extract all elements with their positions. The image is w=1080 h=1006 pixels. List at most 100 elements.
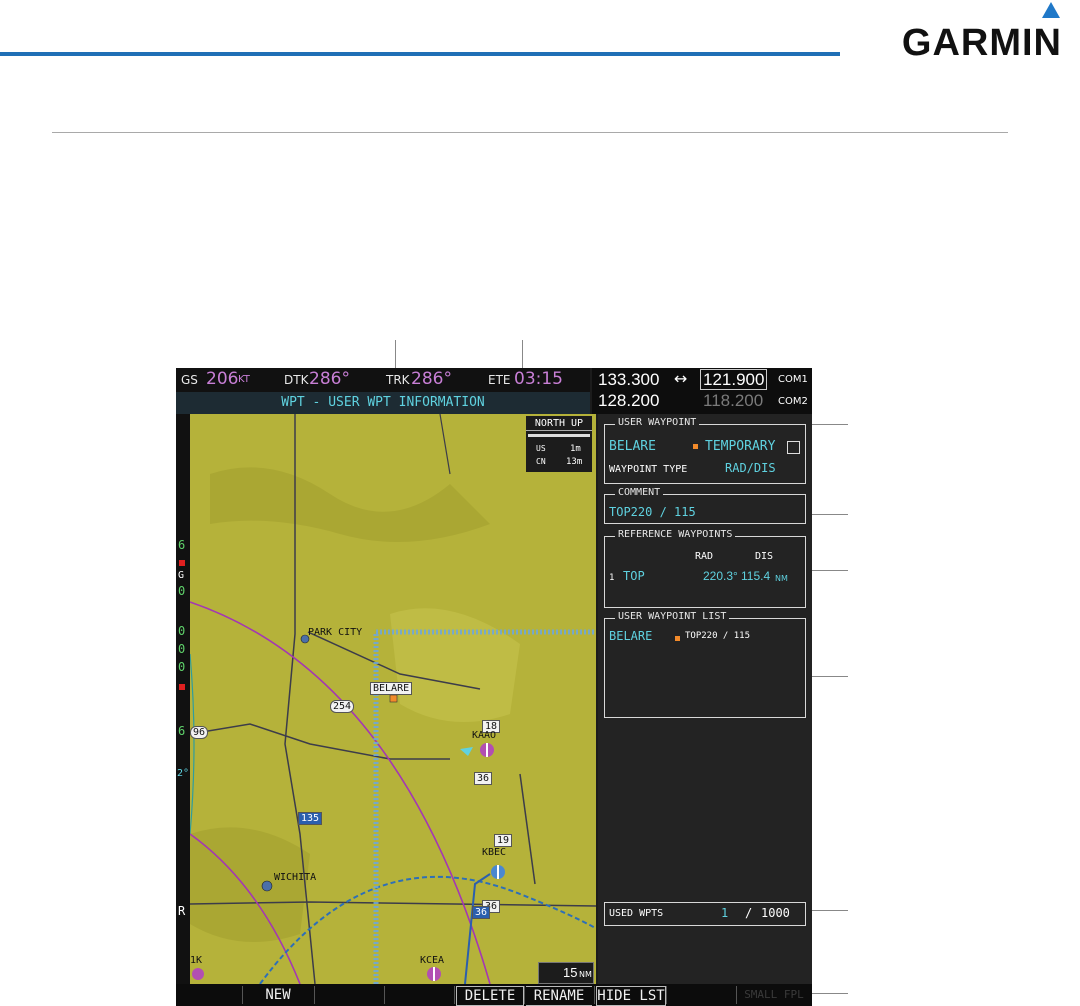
strip-red-marker	[179, 560, 185, 566]
used-wpts-box: USED WPTS 1 / 1000	[604, 902, 806, 926]
route-254-shield: 254	[330, 700, 355, 713]
north-up-label[interactable]: NORTH UP	[526, 418, 592, 431]
strip-value-5: 0	[178, 642, 186, 656]
legend-us-label: US	[536, 444, 546, 453]
hide-list-softkey[interactable]: HIDE LST	[596, 986, 666, 1006]
left-airport-symbol	[192, 968, 204, 980]
trk-value: 286°	[411, 369, 452, 389]
interstate-135-shield: 135	[298, 812, 323, 825]
left-instrument-strip: 6 G 0 0 0 0 6 2° R	[176, 414, 190, 984]
com2-active-freq[interactable]: 128.200	[598, 391, 659, 411]
strip-value-6: 0	[178, 660, 186, 674]
ete-value: 03:15	[514, 369, 563, 389]
label-tag-36a: 36	[474, 772, 493, 785]
legend-cn-label: CN	[536, 457, 546, 466]
garmin-delta-icon	[1042, 2, 1060, 18]
belare-waypoint-marker	[389, 694, 398, 703]
com1-active-freq[interactable]: 133.300	[598, 370, 659, 390]
ref-distance-unit: NM	[775, 574, 788, 583]
used-wpts-count: 1	[721, 906, 729, 920]
user-waypoint-box: USER WAYPOINT BELARE TEMPORARY WAYPOINT …	[604, 417, 806, 484]
callout-line-user-waypoint	[812, 424, 848, 425]
label-kaao[interactable]: KAAO	[472, 730, 496, 741]
rad-column-header: RAD	[695, 551, 714, 562]
used-wpts-sep: /	[745, 906, 753, 920]
com1-label: COM1	[778, 374, 808, 385]
temporary-label: TEMPORARY	[705, 439, 776, 454]
trk-label: TRK	[386, 373, 410, 387]
user-waypoint-list-box: USER WAYPOINT LIST BELARE TOP220 / 115	[604, 611, 806, 718]
list-item[interactable]: BELARE TOP220 / 115	[607, 629, 803, 647]
strip-value-7: 6	[178, 724, 186, 738]
label-tag-19: 19	[494, 834, 513, 847]
legend-cn-value: 13m	[566, 457, 583, 467]
temporary-checkbox[interactable]	[787, 441, 800, 454]
info-pane: USER WAYPOINT BELARE TEMPORARY WAYPOINT …	[598, 414, 812, 984]
softkey-bar: NEW DELETE RENAME HIDE LST SMALL FPL	[176, 984, 812, 1006]
list-item-name: BELARE	[609, 629, 653, 643]
callout-line-used-wpts	[806, 910, 848, 911]
comment-box: COMMENT TOP220 / 115	[604, 487, 806, 524]
gs-label: GS	[181, 373, 198, 387]
highway-36-shield: 36	[472, 906, 491, 919]
com2-standby-freq[interactable]: 118.200	[703, 391, 763, 411]
page-title-bar: WPT - USER WPT INFORMATION	[176, 392, 590, 414]
delete-softkey[interactable]: DELETE	[456, 986, 524, 1006]
map-range-box[interactable]: 15 NM	[538, 962, 594, 984]
legend-us-value: 1m	[570, 444, 581, 454]
ref-distance-field[interactable]: 115.4	[741, 569, 770, 583]
section-rule	[52, 132, 1008, 133]
strip-value-3: 0	[178, 584, 186, 598]
com1-standby-freq[interactable]: 121.900	[700, 369, 768, 390]
used-wpts-label: USED WPTS	[609, 908, 664, 919]
strip-value-8: 2°	[177, 768, 190, 779]
com2-label: COM2	[778, 396, 808, 407]
garmin-logo: GARMIN	[901, 22, 1062, 64]
comment-title: COMMENT	[615, 487, 664, 498]
user-waypoint-icon	[693, 444, 698, 449]
dis-column-header: DIS	[755, 551, 774, 562]
nav-data-bar: GS 206 KT DTK 286° TRK 286° ETE 03:15	[176, 368, 590, 392]
map-graphics	[190, 414, 596, 984]
label-belare[interactable]: BELARE	[370, 682, 413, 695]
reference-waypoints-box: REFERENCE WAYPOINTS RAD DIS 1 TOP 220.3°…	[604, 529, 806, 608]
new-softkey[interactable]: NEW	[244, 986, 312, 1004]
ete-label: ETE	[488, 373, 511, 387]
navigation-map[interactable]: PARK CITY BELARE 18 KAAO 36 19 KBEC 36 W…	[190, 414, 596, 984]
legend-bar	[528, 434, 590, 437]
user-waypoint-title: USER WAYPOINT	[615, 417, 700, 428]
rename-softkey[interactable]: RENAME	[526, 986, 592, 1006]
page-title: WPT - USER WPT INFORMATION	[281, 395, 485, 410]
gs-value: 206	[206, 369, 239, 389]
waypoint-type-value[interactable]: RAD/DIS	[725, 461, 776, 475]
list-item-comment: TOP220 / 115	[685, 631, 751, 641]
label-park-city: PARK CITY	[308, 627, 363, 638]
header-rule	[0, 52, 840, 56]
strip-value-9: R	[178, 904, 186, 918]
dtk-label: DTK	[284, 373, 309, 387]
strip-value-2: G	[178, 570, 185, 581]
strip-value-1: 6	[178, 538, 186, 552]
waypoint-name-field[interactable]: BELARE	[609, 439, 656, 454]
small-fpl-softkey[interactable]: SMALL FPL	[738, 986, 810, 1004]
label-kbec[interactable]: KBEC	[482, 847, 506, 858]
ref-row-index: 1	[609, 573, 615, 583]
reference-waypoints-title: REFERENCE WAYPOINTS	[615, 529, 736, 540]
label-wichita: WICHITA	[274, 872, 317, 883]
map-range-unit: NM	[579, 970, 592, 979]
ref-radial-field[interactable]: 220.3°	[703, 569, 738, 583]
label-1k: 1K	[190, 955, 203, 966]
strip-value-4: 0	[178, 624, 186, 638]
swap-arrow-icon[interactable]: ↔	[674, 369, 687, 388]
callout-line-comment	[806, 514, 848, 515]
label-kcea[interactable]: KCEA	[420, 955, 444, 966]
callout-line-list	[806, 676, 848, 677]
gs-unit: KT	[238, 374, 250, 385]
strip-red-marker-2	[179, 684, 185, 690]
comment-field[interactable]: TOP220 / 115	[609, 505, 696, 519]
user-waypoint-list-title: USER WAYPOINT LIST	[615, 611, 730, 622]
terrain-patch-3	[190, 827, 310, 942]
map-orientation-box: NORTH UP US 1m CN 13m	[526, 416, 592, 472]
ref-ident-field[interactable]: TOP	[623, 569, 645, 583]
route-96-shield: 96	[190, 726, 209, 739]
